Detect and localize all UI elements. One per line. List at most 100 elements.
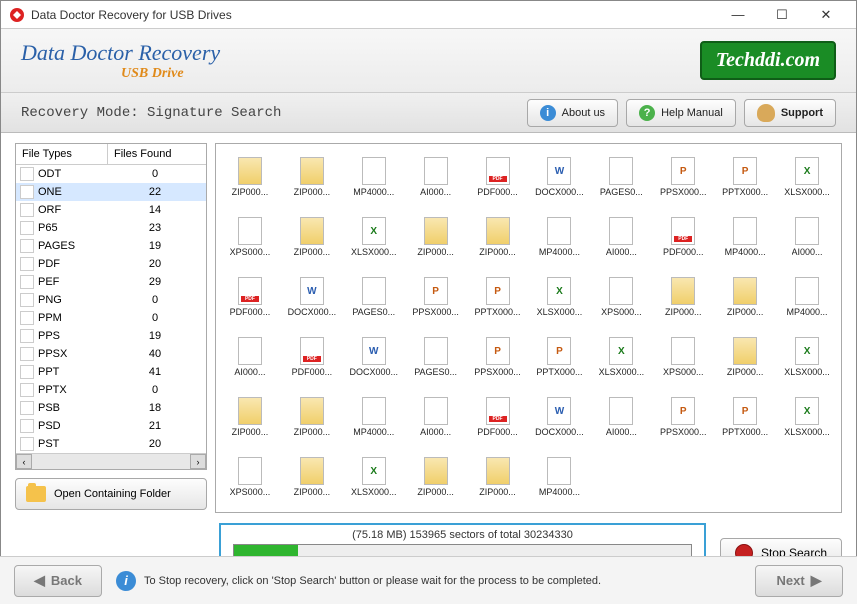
file-item[interactable]: AI000... bbox=[406, 388, 466, 446]
file-item[interactable]: XPS000... bbox=[220, 448, 280, 506]
file-item[interactable]: MP4000... bbox=[344, 388, 404, 446]
back-button[interactable]: ◀ Back bbox=[14, 565, 102, 597]
file-type-icon bbox=[20, 257, 34, 271]
file-label: PPTX000... bbox=[722, 427, 768, 437]
file-type-row[interactable]: P65 23 bbox=[16, 219, 206, 237]
recovered-files-panel[interactable]: ZIP000... ZIP000... MP4000... AI000... P… bbox=[215, 143, 842, 513]
file-item[interactable]: XLSX000... bbox=[344, 448, 404, 506]
file-item[interactable]: PPTX000... bbox=[468, 268, 528, 326]
file-type-row[interactable]: PSB 18 bbox=[16, 399, 206, 417]
file-item[interactable]: DOCX000... bbox=[344, 328, 404, 386]
file-type-name: P65 bbox=[38, 222, 108, 234]
file-item[interactable]: ZIP000... bbox=[406, 448, 466, 506]
horizontal-scrollbar[interactable]: ‹ › bbox=[16, 453, 206, 469]
help-manual-button[interactable]: ? Help Manual bbox=[626, 99, 736, 127]
scroll-right-arrow[interactable]: › bbox=[190, 454, 206, 469]
file-label: AI000... bbox=[792, 247, 823, 257]
file-item[interactable]: ZIP000... bbox=[282, 148, 342, 206]
file-item[interactable]: ZIP000... bbox=[282, 448, 342, 506]
file-type-row[interactable]: PEF 29 bbox=[16, 273, 206, 291]
file-item[interactable]: AI000... bbox=[220, 328, 280, 386]
file-label: PPSX000... bbox=[474, 367, 521, 377]
file-item[interactable]: PPTX000... bbox=[530, 328, 590, 386]
file-label: PAGES0... bbox=[352, 307, 395, 317]
file-item[interactable]: XPS000... bbox=[653, 328, 713, 386]
file-type-row[interactable]: PSD 21 bbox=[16, 417, 206, 435]
file-type-row[interactable]: ORF 14 bbox=[16, 201, 206, 219]
file-type-count: 14 bbox=[108, 204, 202, 216]
file-item[interactable]: XLSX000... bbox=[777, 148, 837, 206]
file-item[interactable]: PPSX000... bbox=[653, 148, 713, 206]
file-label: ZIP000... bbox=[665, 307, 702, 317]
file-type-icon bbox=[20, 203, 34, 217]
file-item[interactable]: ZIP000... bbox=[468, 448, 528, 506]
file-item[interactable]: XLSX000... bbox=[530, 268, 590, 326]
file-item[interactable]: PPSX000... bbox=[653, 388, 713, 446]
file-item[interactable]: ZIP000... bbox=[715, 268, 775, 326]
file-item[interactable]: PAGES0... bbox=[591, 148, 651, 206]
file-item[interactable]: PDF000... bbox=[282, 328, 342, 386]
file-type-name: ONE bbox=[38, 186, 108, 198]
file-item[interactable]: PPSX000... bbox=[406, 268, 466, 326]
file-item[interactable]: XLSX000... bbox=[591, 328, 651, 386]
file-item[interactable]: PAGES0... bbox=[344, 268, 404, 326]
file-type-row[interactable]: PST 20 bbox=[16, 435, 206, 453]
file-item[interactable]: XLSX000... bbox=[777, 328, 837, 386]
file-item[interactable]: MP4000... bbox=[530, 208, 590, 266]
file-item[interactable]: AI000... bbox=[591, 208, 651, 266]
file-item[interactable]: PAGES0... bbox=[406, 328, 466, 386]
file-item[interactable]: PDF000... bbox=[468, 388, 528, 446]
file-type-row[interactable]: ODT 0 bbox=[16, 165, 206, 183]
next-button[interactable]: Next ▶ bbox=[755, 565, 843, 597]
file-item[interactable]: ZIP000... bbox=[220, 388, 280, 446]
file-item[interactable]: ZIP000... bbox=[220, 148, 280, 206]
close-button[interactable]: ✕ bbox=[804, 2, 848, 28]
file-item[interactable]: ZIP000... bbox=[468, 208, 528, 266]
file-item[interactable]: PPTX000... bbox=[715, 148, 775, 206]
file-item[interactable]: XLSX000... bbox=[344, 208, 404, 266]
file-item[interactable]: ZIP000... bbox=[653, 268, 713, 326]
file-item[interactable]: PPSX000... bbox=[468, 328, 528, 386]
open-containing-folder-button[interactable]: Open Containing Folder bbox=[15, 478, 207, 510]
file-type-row[interactable]: PDF 20 bbox=[16, 255, 206, 273]
file-type-row[interactable]: PPM 0 bbox=[16, 309, 206, 327]
file-type-row[interactable]: PPTX 0 bbox=[16, 381, 206, 399]
file-item[interactable]: PDF000... bbox=[468, 148, 528, 206]
file-item[interactable]: MP4000... bbox=[530, 448, 590, 506]
file-item[interactable]: AI000... bbox=[777, 208, 837, 266]
file-item[interactable]: ZIP000... bbox=[282, 208, 342, 266]
file-type-row[interactable]: PPSX 40 bbox=[16, 345, 206, 363]
file-type-row[interactable]: ONE 22 bbox=[16, 183, 206, 201]
file-item[interactable]: ZIP000... bbox=[282, 388, 342, 446]
file-types-header[interactable]: File Types bbox=[16, 144, 108, 164]
support-button[interactable]: Support bbox=[744, 99, 836, 127]
file-item[interactable]: PPTX000... bbox=[715, 388, 775, 446]
file-icon bbox=[609, 157, 633, 185]
file-type-row[interactable]: PNG 0 bbox=[16, 291, 206, 309]
file-item[interactable]: AI000... bbox=[591, 388, 651, 446]
file-item[interactable]: AI000... bbox=[406, 148, 466, 206]
file-item[interactable]: ZIP000... bbox=[715, 328, 775, 386]
file-item[interactable]: XPS000... bbox=[220, 208, 280, 266]
file-label: AI000... bbox=[606, 427, 637, 437]
file-item[interactable]: MP4000... bbox=[715, 208, 775, 266]
maximize-button[interactable]: ☐ bbox=[760, 2, 804, 28]
file-type-row[interactable]: PPT 41 bbox=[16, 363, 206, 381]
file-item[interactable]: XPS000... bbox=[591, 268, 651, 326]
file-item[interactable]: MP4000... bbox=[777, 268, 837, 326]
scroll-left-arrow[interactable]: ‹ bbox=[16, 454, 32, 469]
file-item[interactable]: PDF000... bbox=[653, 208, 713, 266]
minimize-button[interactable]: — bbox=[716, 2, 760, 28]
file-type-row[interactable]: PPS 19 bbox=[16, 327, 206, 345]
file-item[interactable]: ZIP000... bbox=[406, 208, 466, 266]
file-item[interactable]: PDF000... bbox=[220, 268, 280, 326]
files-found-header[interactable]: Files Found bbox=[108, 144, 206, 164]
file-item[interactable]: DOCX000... bbox=[530, 388, 590, 446]
file-item[interactable]: DOCX000... bbox=[282, 268, 342, 326]
file-type-row[interactable]: PAGES 19 bbox=[16, 237, 206, 255]
file-item[interactable]: XLSX000... bbox=[777, 388, 837, 446]
file-type-count: 19 bbox=[108, 240, 202, 252]
file-item[interactable]: DOCX000... bbox=[530, 148, 590, 206]
about-us-button[interactable]: i About us bbox=[527, 99, 618, 127]
file-item[interactable]: MP4000... bbox=[344, 148, 404, 206]
